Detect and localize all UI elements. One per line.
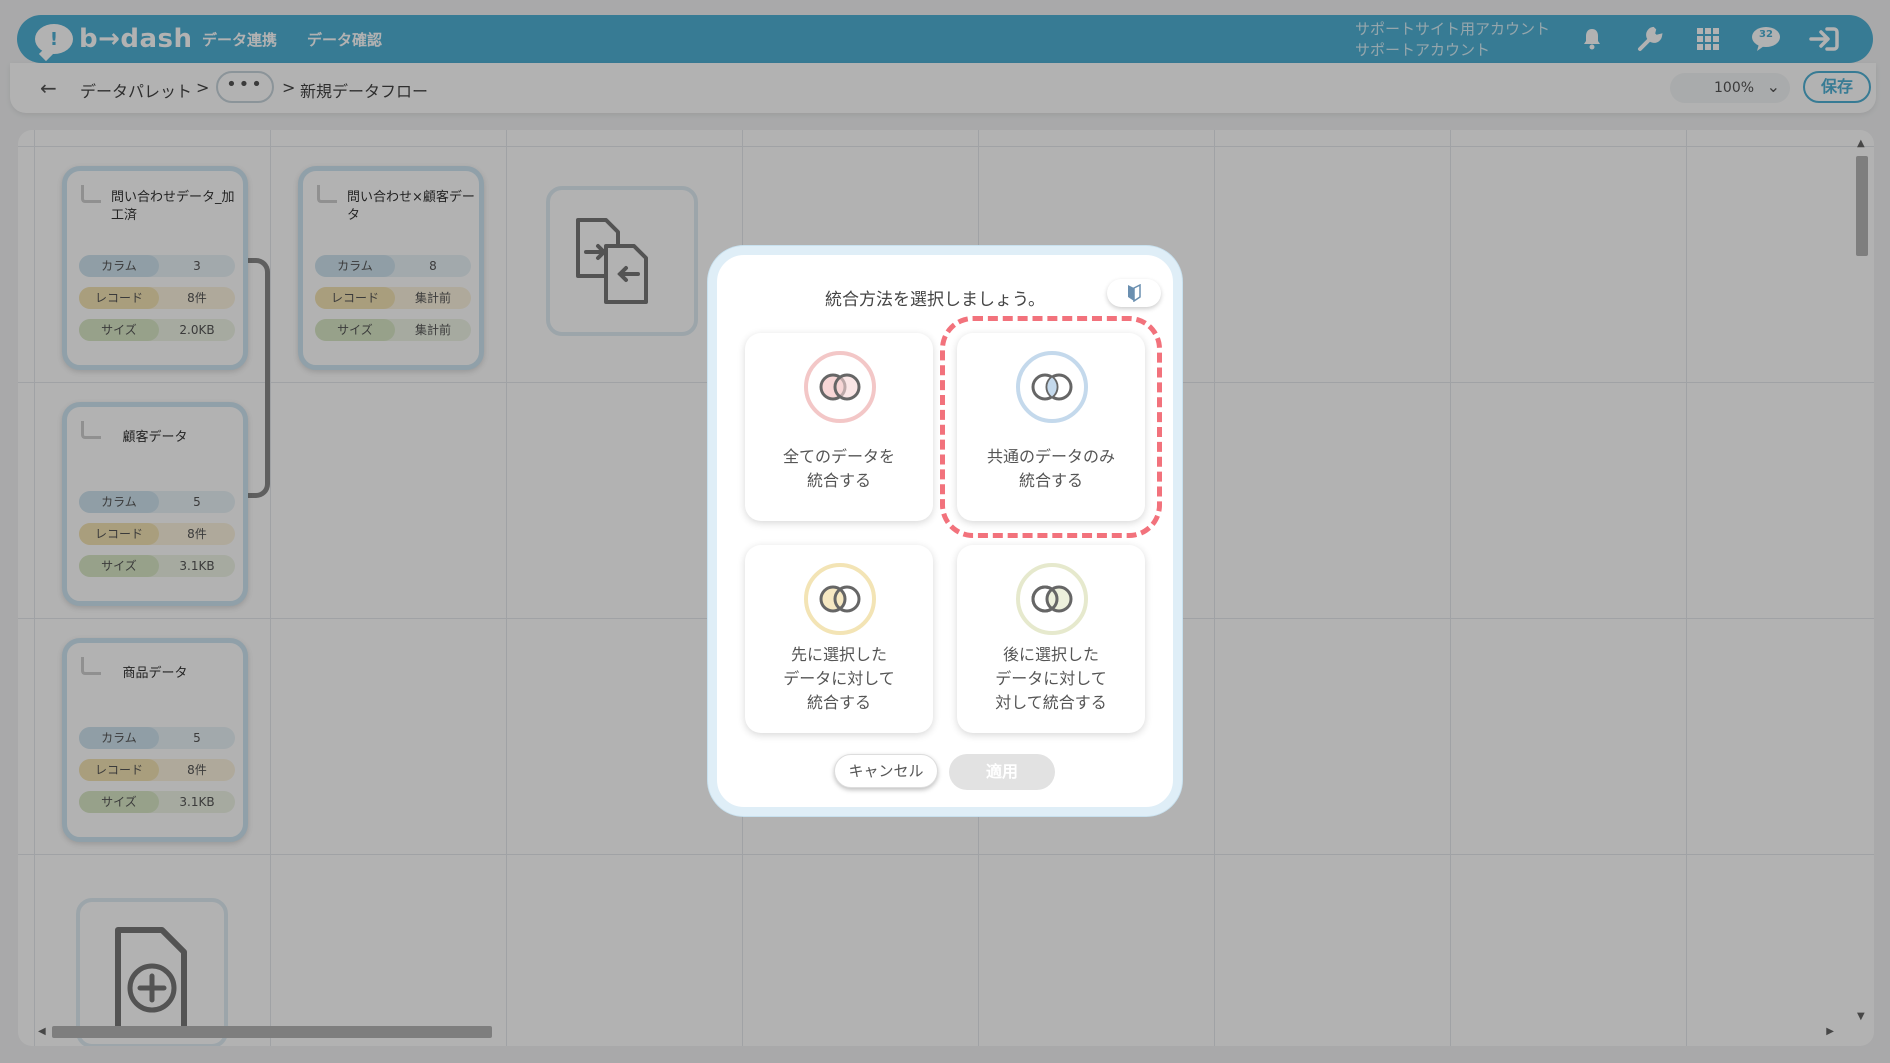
option-merge-common[interactable]: 共通のデータのみ 統合する xyxy=(940,316,1162,538)
dialog-title: 統合方法を選択しましょう。 xyxy=(825,290,1045,310)
venn-icon xyxy=(804,563,876,635)
option-label: 統合する xyxy=(806,471,871,490)
apply-button[interactable]: 適用 xyxy=(949,754,1055,790)
cancel-button[interactable]: キャンセル xyxy=(834,754,938,788)
option-merge-all[interactable]: 全てのデータを 統合する xyxy=(745,333,933,521)
option-label: 先に選択した xyxy=(790,645,887,664)
option-label: 対して統合する xyxy=(995,693,1107,712)
venn-icon xyxy=(804,351,876,423)
option-merge-left[interactable]: 先に選択した データに対して 統合する xyxy=(745,545,933,733)
option-label: 統合する xyxy=(1018,471,1083,490)
option-label: データに対して xyxy=(995,669,1107,688)
option-merge-right[interactable]: 後に選択した データに対して 対して統合する xyxy=(957,545,1145,733)
beginner-mark-icon xyxy=(1128,284,1141,302)
option-label: 共通のデータのみ xyxy=(986,447,1115,466)
venn-icon xyxy=(1016,351,1088,423)
merge-method-dialog: 統合方法を選択しましょう。 全てのデータを 統合する 共通のデータのみ 統合する… xyxy=(708,246,1182,816)
option-label: 全てのデータを xyxy=(782,447,895,466)
beginner-help-button[interactable] xyxy=(1107,279,1161,307)
option-label: 後に選択した xyxy=(1002,645,1099,664)
option-label: データに対して xyxy=(783,669,895,688)
option-label: 統合する xyxy=(806,693,871,712)
venn-icon xyxy=(1016,563,1088,635)
